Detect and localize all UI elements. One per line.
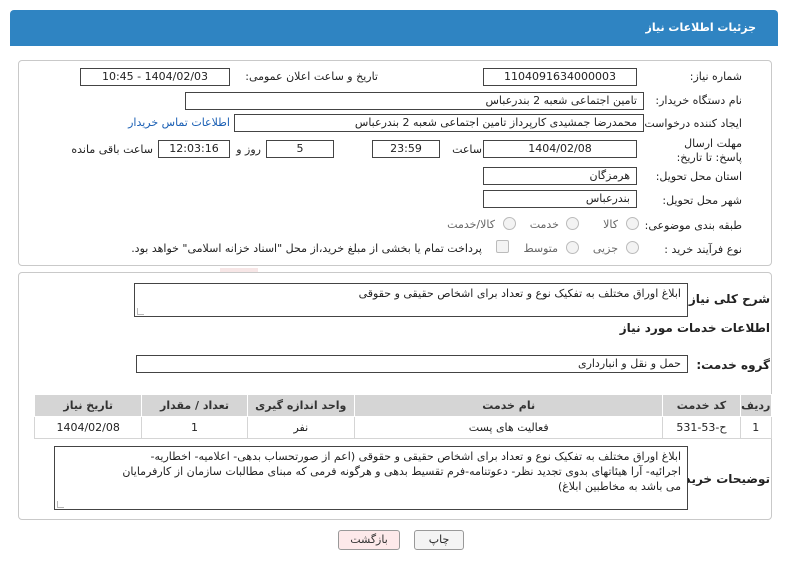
need-number-field: 1104091634000003 [483,68,637,86]
summary-textarea[interactable]: ابلاغ اوراق مختلف به تفکیک نوع و تعداد ب… [134,283,688,317]
col-date: تاریخ نیاز [33,394,143,417]
cell-date: 1404/02/08 [33,416,143,439]
cell-name: فعالیت های پست [353,416,664,439]
process-label: نوع فرآیند خرید : [664,243,742,256]
print-button[interactable]: چاپ [414,530,464,550]
process-option-minor: جزیی [592,242,618,255]
days-label: روز و [236,143,261,156]
col-name: نام خدمت [353,394,664,417]
back-button[interactable]: بازگشت [338,530,400,550]
buyer-field: تامین اجتماعی شعبه 2 بندرعباس [185,92,644,110]
remaining-field: 12:03:16 [158,140,230,158]
resize-grip-icon[interactable] [57,501,64,508]
service-group-label: گروه خدمت: [696,358,770,372]
announce-field: 1404/02/03 - 10:45 [80,68,230,86]
process-radio-minor[interactable] [626,241,639,254]
process-option-medium: متوسط [523,242,558,255]
services-table: ردیف کد خدمت نام خدمت واحد اندازه گیری ت… [33,394,773,439]
category-option-goods: کالا [603,218,618,231]
city-field: بندرعباس [483,190,637,208]
services-section-title: اطلاعات خدمات مورد نیاز [619,321,770,335]
buyer-notes-line-3: می باشد به مخاطبین ابلاغ) [557,480,681,493]
summary-text: ابلاغ اوراق مختلف به تفکیک نوع و تعداد ب… [358,287,681,300]
summary-label: شرح کلی نیاز: [684,292,770,306]
creator-label: ایجاد کننده درخواست: [640,117,742,130]
buyer-notes-line-2: اجرائیه- آرا هیئاتهای بدوی تجدید نظر- دع… [122,465,681,478]
treasury-checkbox[interactable] [496,240,509,253]
days-field: 5 [266,140,334,158]
col-qty: تعداد / مقدار [141,394,248,417]
province-field: هرمزگان [483,167,637,185]
announce-label: تاریخ و ساعت اعلان عمومی: [245,70,378,83]
need-info-panel [18,60,772,266]
services-table-header: ردیف کد خدمت نام خدمت واحد اندازه گیری ت… [33,394,773,417]
province-label: استان محل تحویل: [655,170,742,183]
deadline-label: مهلت ارسال پاسخ: تا تاریخ: [676,137,742,164]
time-label: ساعت [452,143,482,156]
category-radio-both[interactable] [503,217,516,230]
col-row: ردیف [739,394,773,417]
buyer-label: نام دستگاه خریدار: [655,94,742,107]
category-label: طبقه بندی موضوعی: [644,219,742,232]
buyer-notes-textarea[interactable]: ابلاغ اوراق مختلف به تفکیک نوع و تعداد ب… [54,446,688,510]
page-title: جزئیات اطلاعات نیاز [645,21,757,34]
contact-link[interactable]: اطلاعات تماس خریدار [128,116,230,129]
creator-field: محمدرضا جمشیدی کارپرداز تامین اجتماعی شع… [234,114,644,132]
category-option-both: کالا/خدمت [447,218,495,231]
cell-code: ح-53-531 [662,416,741,439]
resize-grip-icon[interactable] [137,308,144,315]
col-unit: واحد اندازه گیری [246,394,355,417]
deadline-time-field: 23:59 [372,140,440,158]
cell-row: 1 [739,416,773,439]
process-radio-medium[interactable] [566,241,579,254]
city-label: شهر محل تحویل: [662,194,742,207]
remaining-label: ساعت باقی مانده [71,143,153,156]
cell-qty: 1 [141,416,248,439]
category-option-service: خدمت [529,218,559,231]
payment-note: پرداخت تمام یا بخشی از مبلغ خرید،از محل … [131,242,482,255]
need-number-label: شماره نیاز: [689,70,742,83]
page-header: جزئیات اطلاعات نیاز [10,10,778,46]
category-radio-service[interactable] [566,217,579,230]
service-group-field: حمل و نقل و انبارداری [136,355,688,373]
cell-unit: نفر [246,416,355,439]
col-code: کد خدمت [662,394,741,417]
category-radio-goods[interactable] [626,217,639,230]
table-row: 1 ح-53-531 فعالیت های پست نفر 1 1404/02/… [33,416,773,439]
buyer-notes-line-1: ابلاغ اوراق مختلف به تفکیک نوع و تعداد ب… [150,450,681,463]
deadline-date-field: 1404/02/08 [483,140,637,158]
